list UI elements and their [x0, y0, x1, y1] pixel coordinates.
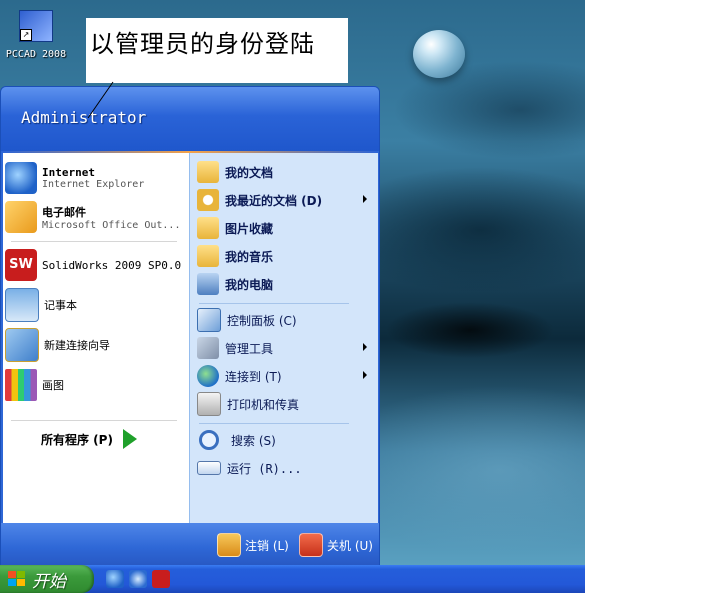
system-admin-tools[interactable]: 管理工具: [197, 335, 373, 361]
system-connect-to[interactable]: 连接到 (T): [197, 363, 373, 389]
pinned-item-subtitle: Microsoft Office Out...: [42, 219, 181, 231]
desktop-icon-pccad[interactable]: ↗ PCCAD 2008: [2, 10, 70, 60]
logoff-label: 注销 (L): [245, 538, 289, 553]
pinned-item-title: 电子邮件: [42, 205, 86, 219]
place-label: 我的文档: [225, 165, 274, 180]
outlook-icon: [5, 201, 37, 233]
start-menu-header: Administrator: [1, 87, 379, 151]
folder-icon: [197, 161, 219, 183]
water-drop-decoration: [413, 30, 465, 78]
all-programs-label: 所有程序 (P): [41, 432, 113, 447]
right-divider: [199, 423, 349, 424]
system-label: 控制面板 (C): [227, 313, 297, 328]
run-icon: [197, 461, 221, 475]
recent-item-notepad[interactable]: 记事本: [5, 287, 183, 323]
internet-explorer-icon: [5, 162, 37, 194]
pinned-item-internet[interactable]: Internet Internet Explorer: [5, 160, 183, 196]
pinned-item-title: Internet: [42, 166, 95, 179]
tool-search[interactable]: 搜索 (S): [197, 427, 373, 453]
admin-tools-icon: [197, 337, 219, 359]
taskbar: 开始: [0, 565, 585, 593]
recent-item-connection-wizard[interactable]: 新建连接向导: [5, 327, 183, 363]
recent-item-label: 记事本: [44, 299, 77, 312]
place-my-music[interactable]: 我的音乐: [197, 243, 373, 269]
shutdown-label: 关机 (U): [327, 538, 373, 553]
left-divider: [11, 241, 177, 242]
submenu-arrow-icon: [363, 195, 367, 203]
start-button[interactable]: 开始: [0, 565, 94, 593]
windows-logo-icon: [8, 571, 26, 587]
notepad-icon: [5, 288, 39, 322]
network-globe-icon: [197, 365, 219, 387]
place-my-documents[interactable]: 我的文档: [197, 159, 373, 185]
system-label: 连接到 (T): [225, 369, 282, 384]
right-divider: [199, 303, 349, 304]
annotation-callout: 以管理员的身份登陆: [86, 18, 348, 83]
recent-item-label: SolidWorks 2009 SP0.0: [42, 258, 182, 272]
outlook-express-icon[interactable]: [129, 570, 147, 588]
left-divider: [11, 420, 177, 421]
computer-icon: [197, 273, 219, 295]
user-name: Administrator: [21, 108, 147, 127]
recent-item-label: 画图: [42, 379, 64, 392]
system-control-panel[interactable]: 控制面板 (C): [197, 307, 373, 333]
place-pictures[interactable]: 图片收藏: [197, 215, 373, 241]
music-folder-icon: [197, 245, 219, 267]
submenu-arrow-icon: [363, 343, 367, 351]
system-label: 管理工具: [225, 341, 274, 356]
recent-documents-icon: [197, 189, 219, 211]
shortcut-arrow-icon: ↗: [20, 29, 32, 41]
internet-explorer-icon[interactable]: [106, 570, 124, 588]
place-label: 我最近的文档 (D): [225, 193, 323, 208]
shutdown-button[interactable]: 关机 (U): [299, 533, 373, 557]
connection-wizard-icon: [5, 328, 39, 362]
system-label: 打印机和传真: [227, 397, 300, 412]
search-icon: [199, 430, 219, 450]
pccad-icon: ↗: [19, 10, 53, 42]
tool-run[interactable]: 运行 (R)...: [197, 455, 373, 481]
pictures-folder-icon: [197, 217, 219, 239]
recent-item-solidworks[interactable]: SW SolidWorks 2009 SP0.0: [5, 247, 183, 283]
annotation-text: 以管理员的身份登陆: [90, 30, 315, 58]
green-arrow-icon: [122, 429, 137, 449]
printer-icon: [197, 392, 221, 416]
tool-label: 运行 (R)...: [227, 461, 302, 476]
recent-item-paint[interactable]: 画图: [5, 367, 183, 403]
place-my-computer[interactable]: 我的电脑: [197, 271, 373, 297]
place-label: 我的音乐: [225, 249, 274, 264]
power-icon: [299, 533, 323, 557]
solidworks-icon[interactable]: [152, 570, 170, 588]
solidworks-icon: SW: [5, 249, 37, 281]
desktop-icon-label: PCCAD 2008: [5, 49, 67, 60]
submenu-arrow-icon: [363, 371, 367, 379]
start-label: 开始: [32, 571, 66, 592]
paint-icon: [5, 369, 37, 401]
place-recent-documents[interactable]: 我最近的文档 (D): [197, 187, 373, 213]
key-icon: [217, 533, 241, 557]
system-printers-faxes[interactable]: 打印机和传真: [197, 391, 373, 417]
place-label: 我的电脑: [225, 277, 274, 292]
place-label: 图片收藏: [225, 221, 274, 236]
tool-label: 搜索 (S): [231, 433, 276, 448]
logoff-button[interactable]: 注销 (L): [217, 533, 289, 557]
recent-item-label: 新建连接向导: [44, 339, 110, 352]
control-panel-icon: [197, 308, 221, 332]
pinned-item-subtitle: Internet Explorer: [42, 179, 145, 190]
pinned-item-email[interactable]: 电子邮件 Microsoft Office Out...: [5, 199, 183, 235]
all-programs-button[interactable]: 所有程序 (P): [41, 429, 137, 449]
start-menu: Administrator Internet Internet Explorer…: [0, 86, 380, 566]
